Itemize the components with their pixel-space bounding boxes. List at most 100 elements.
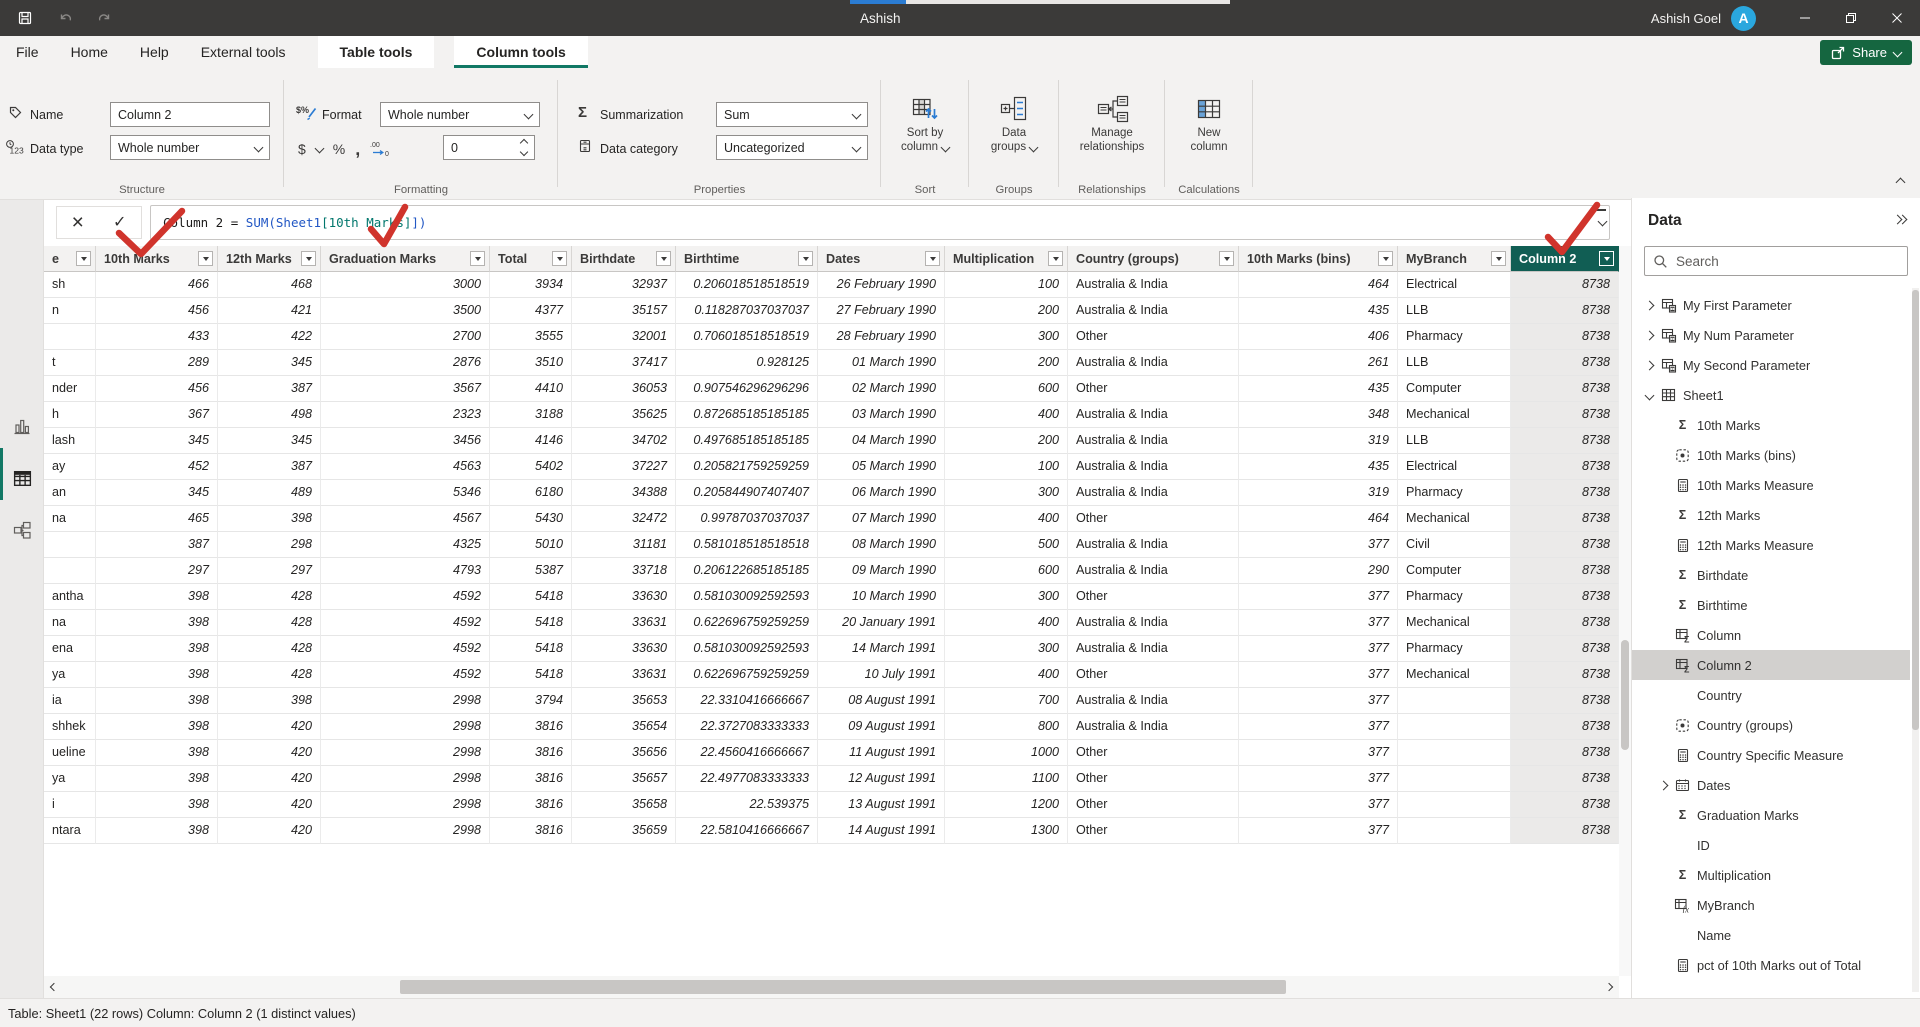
column-header-birthtime[interactable]: Birthtime bbox=[676, 246, 818, 272]
table-cell[interactable]: 3555 bbox=[490, 324, 572, 350]
pane-scrollbar[interactable] bbox=[1912, 288, 1919, 992]
table-cell[interactable]: 8738 bbox=[1511, 324, 1619, 350]
table-cell[interactable]: 5418 bbox=[490, 610, 572, 636]
stepper-up-icon[interactable] bbox=[520, 139, 528, 147]
table-cell[interactable]: 0.622696759259259 bbox=[676, 610, 818, 636]
table-cell[interactable]: Australia & India bbox=[1068, 610, 1239, 636]
table-cell[interactable]: antha bbox=[44, 584, 96, 610]
table-cell[interactable]: n bbox=[44, 298, 96, 324]
table-cell[interactable]: 26 February 1990 bbox=[818, 272, 945, 298]
chevron-right-icon[interactable] bbox=[1654, 782, 1672, 789]
table-cell[interactable]: 0.928125 bbox=[676, 350, 818, 376]
table-cell[interactable]: 8738 bbox=[1511, 506, 1619, 532]
column-filter-dropdown-icon[interactable] bbox=[1599, 251, 1614, 266]
table-cell[interactable]: 05 March 1990 bbox=[818, 454, 945, 480]
table-cell[interactable]: 2998 bbox=[321, 818, 490, 844]
collapse-pane-button[interactable] bbox=[1894, 216, 1906, 223]
table-cell[interactable]: 345 bbox=[96, 480, 218, 506]
table-cell[interactable]: 06 March 1990 bbox=[818, 480, 945, 506]
table-cell[interactable]: 489 bbox=[218, 480, 321, 506]
table-cell[interactable]: 398 bbox=[96, 714, 218, 740]
table-cell[interactable]: 289 bbox=[96, 350, 218, 376]
table-cell[interactable]: 2998 bbox=[321, 766, 490, 792]
column-filter-dropdown-icon[interactable] bbox=[925, 251, 940, 266]
data-pane-item-column-2[interactable]: ΣColumn 2 bbox=[1632, 650, 1910, 680]
table-cell[interactable]: 5418 bbox=[490, 584, 572, 610]
table-cell[interactable]: 3510 bbox=[490, 350, 572, 376]
table-cell[interactable]: 35656 bbox=[572, 740, 676, 766]
table-cell[interactable]: 0.706018518518519 bbox=[676, 324, 818, 350]
table-cell[interactable]: 421 bbox=[218, 298, 321, 324]
table-cell[interactable]: 600 bbox=[945, 376, 1068, 402]
summarization-select[interactable]: Sum bbox=[716, 102, 868, 127]
table-cell[interactable]: 3567 bbox=[321, 376, 490, 402]
table-cell[interactable]: 3816 bbox=[490, 818, 572, 844]
table-cell[interactable]: 32001 bbox=[572, 324, 676, 350]
table-cell[interactable]: 04 March 1990 bbox=[818, 428, 945, 454]
table-cell[interactable]: 290 bbox=[1239, 558, 1398, 584]
column-header-10th-marks-bins[interactable]: 10th Marks (bins) bbox=[1239, 246, 1398, 272]
table-cell[interactable]: 1300 bbox=[945, 818, 1068, 844]
table-cell[interactable]: 12 August 1991 bbox=[818, 766, 945, 792]
table-cell[interactable]: 464 bbox=[1239, 272, 1398, 298]
table-cell[interactable]: 3794 bbox=[490, 688, 572, 714]
data-groups-button[interactable]: Data groups bbox=[969, 92, 1059, 154]
signed-in-user[interactable]: Ashish Goel bbox=[1651, 11, 1721, 26]
table-cell[interactable]: Computer bbox=[1398, 376, 1511, 402]
table-cell[interactable]: 261 bbox=[1239, 350, 1398, 376]
table-cell[interactable]: 35625 bbox=[572, 402, 676, 428]
table-cell[interactable]: 0.206122685185185 bbox=[676, 558, 818, 584]
table-cell[interactable]: 400 bbox=[945, 506, 1068, 532]
table-cell[interactable]: 14 August 1991 bbox=[818, 818, 945, 844]
table-cell[interactable]: 0.581030092592593 bbox=[676, 636, 818, 662]
table-cell[interactable]: 14 March 1991 bbox=[818, 636, 945, 662]
table-cell[interactable]: 6180 bbox=[490, 480, 572, 506]
chevron-right-icon[interactable] bbox=[1640, 362, 1658, 369]
table-cell[interactable]: 10 July 1991 bbox=[818, 662, 945, 688]
table-cell[interactable]: 33718 bbox=[572, 558, 676, 584]
column-filter-dropdown-icon[interactable] bbox=[798, 251, 813, 266]
table-cell[interactable]: 22.5810416666667 bbox=[676, 818, 818, 844]
column-filter-dropdown-icon[interactable] bbox=[656, 251, 671, 266]
data-pane-item-10th-marks-measure[interactable]: 10th Marks Measure bbox=[1632, 470, 1910, 500]
table-cell[interactable]: 3188 bbox=[490, 402, 572, 428]
table-cell[interactable]: 08 August 1991 bbox=[818, 688, 945, 714]
table-cell[interactable]: 11 August 1991 bbox=[818, 740, 945, 766]
table-cell[interactable]: t bbox=[44, 350, 96, 376]
table-cell[interactable]: 468 bbox=[218, 272, 321, 298]
table-cell[interactable]: 300 bbox=[945, 480, 1068, 506]
data-pane-item-country-groups[interactable]: Country (groups) bbox=[1632, 710, 1910, 740]
table-cell[interactable]: 8738 bbox=[1511, 376, 1619, 402]
stepper-down-icon[interactable] bbox=[520, 148, 528, 156]
undo-icon[interactable] bbox=[54, 7, 76, 29]
column-header-dates[interactable]: Dates bbox=[818, 246, 945, 272]
table-cell[interactable]: 428 bbox=[218, 610, 321, 636]
table-cell[interactable]: 398 bbox=[96, 740, 218, 766]
table-cell[interactable]: 8738 bbox=[1511, 558, 1619, 584]
scrollbar-thumb[interactable] bbox=[1912, 290, 1919, 730]
expand-formula-bar-button[interactable] bbox=[1588, 206, 1614, 230]
table-cell[interactable]: Other bbox=[1068, 376, 1239, 402]
table-cell[interactable]: 8738 bbox=[1511, 350, 1619, 376]
scrollbar-thumb[interactable] bbox=[400, 980, 1286, 994]
table-cell[interactable]: LLB bbox=[1398, 428, 1511, 454]
table-cell[interactable]: 0.497685185185185 bbox=[676, 428, 818, 454]
table-cell[interactable]: 01 March 1990 bbox=[818, 350, 945, 376]
tab-help[interactable]: Help bbox=[124, 36, 185, 68]
data-pane-item-country[interactable]: Country bbox=[1632, 680, 1910, 710]
table-cell[interactable]: 0.581018518518518 bbox=[676, 532, 818, 558]
table-cell[interactable]: 377 bbox=[1239, 688, 1398, 714]
table-cell[interactable]: 3816 bbox=[490, 766, 572, 792]
table-cell[interactable]: 13 August 1991 bbox=[818, 792, 945, 818]
decimal-places-icon[interactable]: .000 bbox=[370, 140, 392, 157]
table-cell[interactable]: 8738 bbox=[1511, 740, 1619, 766]
table-cell[interactable]: 2998 bbox=[321, 688, 490, 714]
table-cell[interactable]: 33630 bbox=[572, 584, 676, 610]
table-cell[interactable]: 2876 bbox=[321, 350, 490, 376]
table-cell[interactable]: Mechanical bbox=[1398, 402, 1511, 428]
table-cell[interactable]: 200 bbox=[945, 428, 1068, 454]
table-cell[interactable]: 35658 bbox=[572, 792, 676, 818]
table-cell[interactable]: 400 bbox=[945, 610, 1068, 636]
thousands-separator-button[interactable]: , bbox=[355, 144, 360, 154]
table-cell[interactable]: na bbox=[44, 506, 96, 532]
